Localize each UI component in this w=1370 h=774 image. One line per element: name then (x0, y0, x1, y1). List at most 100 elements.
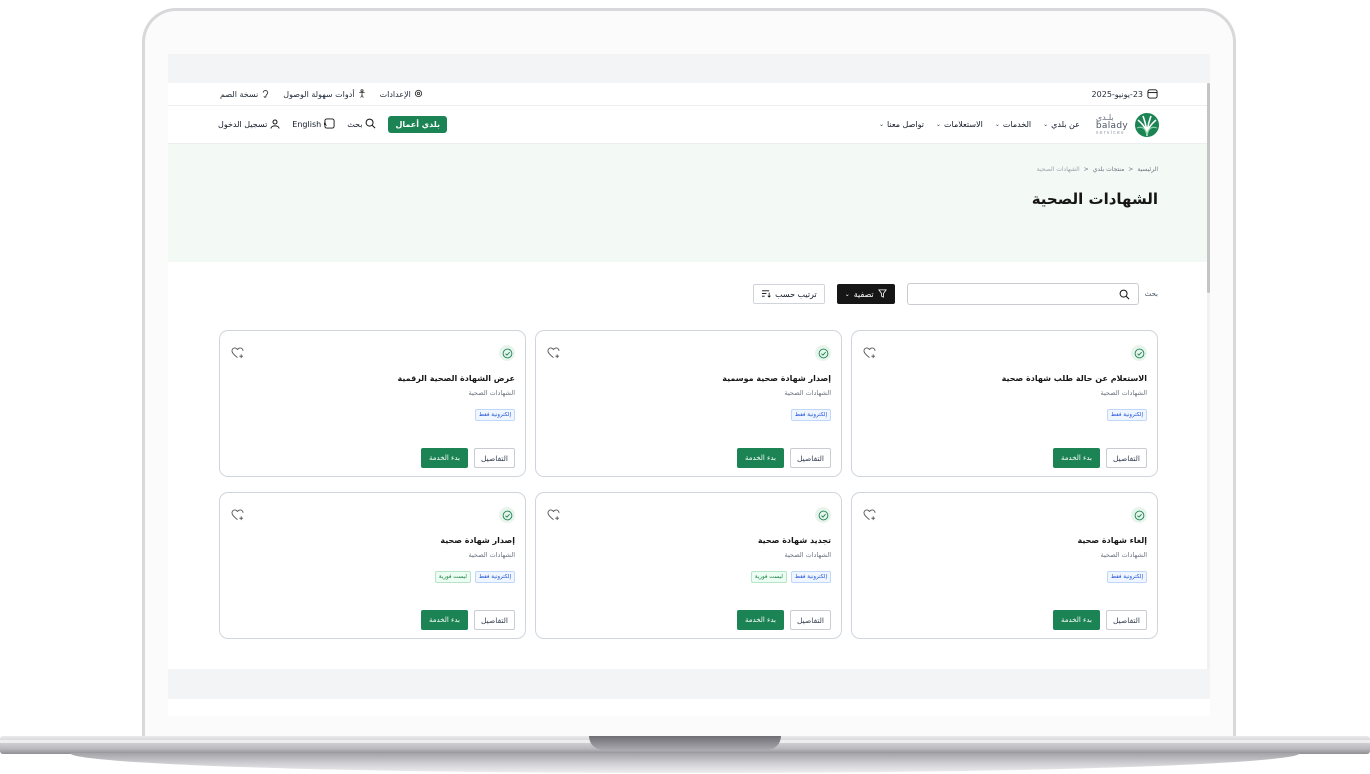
start-service-button[interactable]: بدء الخدمة (737, 610, 784, 630)
card-badges: إلكترونية فقط ليست فورية (546, 571, 831, 583)
accessibility-icon (358, 88, 366, 100)
check-circle-icon (499, 507, 515, 523)
card-actions: التفاصيل بدء الخدمة (737, 610, 831, 630)
card-badges: إلكترونية فقط (862, 571, 1147, 583)
nav-item-services[interactable]: الخدمات ⌄ (995, 120, 1031, 129)
chevron-down-icon: ⌄ (878, 121, 884, 128)
language-button[interactable]: A English (292, 118, 335, 131)
gear-icon (414, 89, 423, 100)
card-title: عرض الشهادة الصحية الرقمية (397, 374, 515, 383)
badge-electronic-only: إلكترونية فقط (790, 571, 831, 583)
start-service-button[interactable]: بدء الخدمة (737, 448, 784, 468)
search-input[interactable] (906, 283, 1139, 305)
card-title: إلغاء شهادة صحية (1077, 536, 1147, 545)
service-card: عرض الشهادة الصحية الرقمية الشهادات الصح… (219, 330, 526, 477)
nav-item-about[interactable]: عن بلدي ⌄ (1043, 120, 1080, 129)
card-category: الشهادات الصحية (784, 389, 831, 397)
card-actions: التفاصيل بدء الخدمة (421, 448, 515, 468)
search-icon (1119, 285, 1130, 304)
chevron-down-icon: ⌄ (844, 290, 850, 298)
sort-button[interactable]: ترتيب حسب (753, 284, 825, 304)
search-toolbar: بحث تصفية ⌄ ترتيب حسب (168, 282, 1210, 306)
card-header (862, 345, 1147, 361)
favorite-add-icon[interactable] (546, 346, 560, 360)
check-circle-icon (1131, 507, 1147, 523)
login-button[interactable]: تسجيل الدخول (218, 119, 280, 131)
start-service-button[interactable]: بدء الخدمة (1053, 610, 1100, 630)
laptop-base (0, 736, 1370, 774)
balady-logo-icon (1135, 112, 1159, 137)
details-button[interactable]: التفاصيل (789, 610, 831, 630)
details-button[interactable]: التفاصيل (1105, 448, 1147, 468)
favorite-add-icon[interactable] (546, 508, 560, 522)
details-button[interactable]: التفاصيل (789, 448, 831, 468)
scrollbar-thumb[interactable] (1207, 83, 1210, 293)
ear-icon (261, 89, 269, 100)
favorite-add-icon[interactable] (862, 346, 876, 360)
service-card: الاستعلام عن حالة طلب شهادة صحية الشهادا… (851, 330, 1158, 477)
breadcrumb-separator: < (1128, 166, 1134, 173)
details-button[interactable]: التفاصيل (1105, 610, 1147, 630)
nav-item-contact[interactable]: تواصل معنا ⌄ (879, 120, 924, 129)
card-title: إصدار شهادة صحية موسمية (722, 374, 831, 383)
card-category: الشهادات الصحية (784, 551, 831, 559)
details-button[interactable]: التفاصيل (473, 448, 515, 468)
details-button[interactable]: التفاصيل (473, 610, 515, 630)
badge-electronic-only: إلكترونية فقط (474, 571, 515, 583)
breadcrumb-current: الشهادات الصحية (1036, 166, 1080, 173)
sort-icon (761, 289, 771, 300)
card-actions: التفاصيل بدء الخدمة (421, 610, 515, 630)
check-circle-icon (815, 345, 831, 361)
card-category: الشهادات الصحية (1100, 551, 1147, 559)
screen-reader-label: نسخة الصم (220, 89, 259, 99)
favorite-add-icon[interactable] (862, 508, 876, 522)
user-icon (270, 119, 280, 131)
card-badges: إلكترونية فقط (546, 409, 831, 421)
start-service-button[interactable]: بدء الخدمة (1053, 448, 1100, 468)
nav-item-inquiries[interactable]: الاستعلامات ⌄ (936, 120, 983, 129)
balady-logo[interactable]: بلـدي balady services (1096, 112, 1160, 138)
svg-text:A: A (324, 122, 327, 128)
favorite-add-icon[interactable] (230, 508, 244, 522)
service-cards-grid: الاستعلام عن حالة طلب شهادة صحية الشهادا… (218, 330, 1158, 639)
filter-button[interactable]: تصفية ⌄ (836, 284, 895, 304)
start-service-button[interactable]: بدء الخدمة (421, 610, 468, 630)
nav-item-label: عن بلدي (1051, 120, 1080, 129)
card-header (546, 507, 831, 523)
card-actions: التفاصيل بدء الخدمة (737, 448, 831, 468)
laptop-frame: 23-يونيو-2025 الإعدادات أدوات سهولة الوص… (0, 0, 1370, 774)
card-header (546, 345, 831, 361)
chevron-down-icon: ⌄ (994, 121, 1000, 128)
top-strip (168, 54, 1210, 83)
service-card: إصدار شهادة صحية الشهادات الصحية إلكترون… (219, 492, 526, 639)
start-service-button[interactable]: بدء الخدمة (421, 448, 468, 468)
breadcrumb-products[interactable]: منتجات بلدي (1093, 166, 1125, 173)
settings-link[interactable]: الإعدادات (380, 89, 423, 100)
card-actions: التفاصيل بدء الخدمة (1053, 610, 1147, 630)
chevron-down-icon: ⌄ (935, 121, 942, 128)
balady-business-button[interactable]: بلدي أعمال (388, 116, 447, 133)
search-icon (365, 118, 376, 131)
nav-search-button[interactable]: بحث (347, 118, 376, 131)
breadcrumb-home[interactable]: الرئيسية (1137, 166, 1158, 173)
browser-screen: 23-يونيو-2025 الإعدادات أدوات سهولة الوص… (168, 54, 1210, 716)
settings-label: الإعدادات (379, 89, 411, 99)
nav-right-group: بلـدي balady services عن بلدي ⌄ الخدمات ⌄ … (879, 112, 1160, 138)
base-bottom (70, 753, 1300, 773)
card-category: الشهادات الصحية (468, 389, 515, 397)
check-circle-icon (815, 507, 831, 523)
favorite-add-icon[interactable] (230, 346, 244, 360)
card-title: إصدار شهادة صحية (440, 536, 515, 545)
badge-not-instant: ليست فورية (750, 571, 787, 583)
base-notch (589, 736, 781, 750)
nav-item-label: الاستعلامات (944, 120, 983, 129)
card-header (862, 507, 1147, 523)
main-navigation: بلـدي balady services عن بلدي ⌄ الخدمات ⌄ … (168, 105, 1210, 144)
badge-electronic-only: إلكترونية فقط (790, 409, 831, 421)
utility-bar: 23-يونيو-2025 الإعدادات أدوات سهولة الوص… (168, 83, 1210, 105)
footer-strip (168, 669, 1210, 699)
accessibility-link[interactable]: أدوات سهولة الوصول (283, 88, 366, 100)
badge-electronic-only: إلكترونية فقط (1106, 409, 1147, 421)
screen-reader-link[interactable]: نسخة الصم (220, 89, 269, 100)
breadcrumb: الرئيسية < منتجات بلدي < الشهادات الصحية (220, 166, 1158, 173)
